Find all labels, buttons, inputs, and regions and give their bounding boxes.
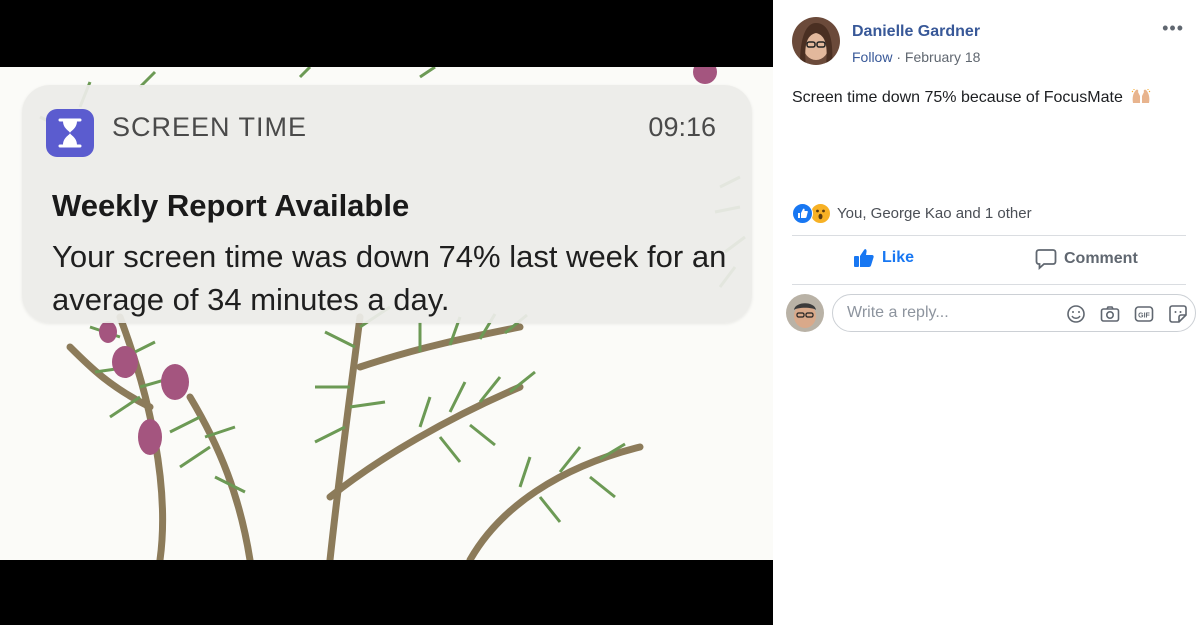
divider: [792, 235, 1186, 236]
comment-icon: [1035, 249, 1057, 270]
camera-icon[interactable]: [1099, 303, 1121, 325]
post-photo[interactable]: SCREEN TIME 09:16 Weekly Report Availabl…: [0, 67, 773, 560]
raised-hands-emoji: [1131, 88, 1151, 104]
author-name[interactable]: Danielle Gardner: [852, 23, 980, 41]
notification-title: Weekly Report Available: [52, 188, 410, 223]
hourglass-icon: [46, 109, 94, 157]
screen-time-notification: SCREEN TIME 09:16 Weekly Report Availabl…: [22, 85, 752, 323]
like-reaction-icon: [792, 203, 813, 224]
reactions-bar[interactable]: You, George Kao and 1 other: [792, 203, 1032, 224]
post-text: Screen time down 75% because of FocusMat…: [792, 88, 1151, 107]
notification-time: 09:16: [648, 112, 716, 142]
post-panel: Danielle Gardner Follow · February 18 ••…: [773, 0, 1200, 625]
comment-label: Comment: [1064, 250, 1138, 267]
wow-reaction-icon: [810, 203, 831, 224]
like-label: Like: [882, 249, 915, 266]
photo-viewer: SCREEN TIME 09:16 Weekly Report Availabl…: [0, 0, 773, 625]
meta-separator: ·: [892, 49, 905, 65]
divider: [792, 284, 1186, 285]
follow-link[interactable]: Follow: [852, 49, 892, 65]
gif-icon[interactable]: GIF: [1133, 303, 1155, 325]
reply-icons: GIF: [1053, 303, 1189, 325]
svg-text:GIF: GIF: [1138, 313, 1150, 320]
reply-box: GIF: [832, 294, 1196, 332]
comment-button[interactable]: Comment: [1035, 248, 1138, 270]
notification-app-name: SCREEN TIME: [112, 112, 308, 142]
post-text-content: Screen time down 75% because of FocusMat…: [792, 89, 1123, 106]
ellipsis-icon[interactable]: •••: [1162, 18, 1184, 39]
post-meta: Follow · February 18: [852, 49, 980, 65]
post-date[interactable]: February 18: [905, 49, 980, 65]
user-avatar[interactable]: [786, 294, 824, 332]
notification-body: Your screen time was down 74% last week …: [52, 239, 727, 317]
thumbs-up-icon: [854, 249, 874, 267]
emoji-icon[interactable]: [1065, 303, 1087, 325]
reply-input[interactable]: [847, 295, 1047, 331]
reactions-summary[interactable]: You, George Kao and 1 other: [837, 205, 1032, 222]
sticker-icon[interactable]: [1167, 303, 1189, 325]
like-button[interactable]: Like: [853, 248, 914, 268]
author-avatar[interactable]: [792, 17, 840, 65]
